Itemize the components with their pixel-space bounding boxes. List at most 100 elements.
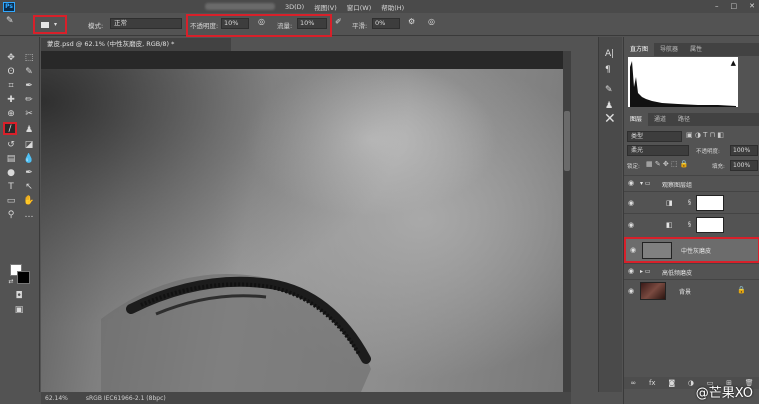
menu-view[interactable]: 视图(V) [314, 2, 337, 12]
eye-icon[interactable]: ◉ [630, 246, 636, 254]
path-select-icon[interactable]: ↖ [22, 180, 36, 193]
smoothing-input[interactable]: 0% [372, 18, 400, 29]
brush-tool-preset-icon[interactable]: ✎ [6, 16, 14, 26]
screen-mode-icon[interactable]: ▣ [12, 303, 26, 316]
healing-tool-icon[interactable]: ✚ [4, 93, 18, 106]
layer-filter-select[interactable]: 类型 [627, 131, 682, 142]
brush-preset-picker[interactable]: ▾ [33, 15, 67, 34]
menu-window[interactable]: 窗口(W) [347, 2, 372, 12]
layer-thumbnail [642, 242, 672, 259]
swap-colors-icon[interactable]: ⇄ [4, 275, 18, 288]
histogram-chart: ▲ [628, 57, 738, 107]
toolbar: ✥ ⬚ ʘ ✎ ⌗ ✒ ✚ ✏ ⊕ ✂ / ♟ ↺ ◪ ▤ 💧 ● ✒ T ↖ … [0, 37, 40, 392]
blend-mode-select[interactable]: 柔光 [627, 145, 689, 156]
portrait-photo[interactable] [41, 69, 567, 392]
menu-bar: Ps 3D(D) 视图(V) 窗口(W) 帮助(H) – □ ✕ [0, 0, 759, 13]
layer-name: 中性灰磨皮 [681, 248, 712, 255]
layer-row-group-frequency[interactable]: ◉ ▸ ▭ 高低频磨皮 [624, 263, 759, 279]
tab-layers[interactable]: 图层 [624, 113, 649, 126]
crop-tool-icon[interactable]: ⌗ [4, 79, 18, 92]
eye-icon[interactable]: ◉ [628, 267, 634, 275]
tab-properties[interactable]: 属性 [684, 43, 708, 56]
add-mask-icon[interactable]: ◙ [668, 379, 675, 387]
layer-mask-thumbnail [696, 217, 724, 233]
paragraph-panel-icon[interactable]: ¶ [605, 65, 611, 75]
eye-icon[interactable]: ◉ [628, 287, 634, 295]
photoshop-logo: Ps [3, 1, 15, 12]
scrollbar-thumb[interactable] [564, 111, 570, 171]
histogram-bars [630, 61, 736, 107]
eyedropper-tool-icon[interactable]: ✒ [22, 79, 36, 92]
shape-tool-icon[interactable]: ▭ [4, 194, 18, 207]
layer-opacity-input[interactable]: 100% [730, 145, 758, 156]
blur-tool-icon[interactable]: 💧 [22, 152, 36, 165]
layer-row-adjustment-2[interactable]: ◉ ◧ § [624, 213, 759, 235]
stamp-tool-icon[interactable]: ⊕ [4, 107, 18, 120]
maximize-icon[interactable]: □ [731, 2, 738, 10]
minimize-icon[interactable]: – [715, 2, 719, 10]
close-icon[interactable]: ✕ [749, 2, 755, 10]
canvas[interactable] [41, 51, 571, 392]
more-tools-icon[interactable]: … [22, 208, 36, 221]
window-controls: – □ ✕ [715, 2, 755, 10]
eye-icon[interactable]: ◉ [628, 179, 634, 187]
brush-panel-icon[interactable]: ✎ [605, 85, 613, 95]
fx-icon[interactable]: fx [649, 379, 656, 387]
brush-tool-icon[interactable]: ✏ [22, 93, 36, 106]
smoothing-label: 平滑: [352, 22, 368, 30]
layer-mask-thumbnail [696, 195, 724, 211]
menu-3d[interactable]: 3D(D) [285, 3, 304, 11]
menu-help[interactable]: 帮助(H) [381, 2, 404, 12]
chain-link-icon: § [688, 199, 691, 206]
blurred-menu-items [205, 3, 275, 10]
move-tool-icon[interactable]: ✥ [4, 51, 18, 64]
fill-input[interactable]: 100% [730, 160, 758, 171]
lock-icons[interactable]: ▦ ✎ ✥ ⬚ 🔒 [646, 160, 689, 168]
airbrush-icon[interactable]: ✐ [335, 17, 342, 26]
document-tab[interactable]: 蒙皮.psd @ 62.1% (中性灰磨皮, RGB/8) * [41, 38, 231, 51]
zoom-tool-icon[interactable]: ⚲ [4, 208, 18, 221]
vertical-scrollbar[interactable] [563, 51, 571, 392]
layer-name: 高低频磨皮 [662, 270, 693, 277]
status-bar: 62.14% sRGB IEC61966-2.1 (8bpc) [41, 392, 571, 404]
color-profile[interactable]: sRGB IEC61966-2.1 (8bpc) [86, 395, 166, 402]
hand-tool-icon[interactable]: ✋ [22, 194, 36, 207]
layer-row-adjustment-1[interactable]: ◉ ◨ § [624, 191, 759, 213]
link-layers-icon[interactable]: ∞ [630, 379, 636, 387]
quick-select-tool-icon[interactable]: ✎ [22, 65, 36, 78]
eye-icon[interactable]: ◉ [628, 221, 634, 229]
lasso-tool-icon[interactable]: ʘ [4, 65, 18, 78]
gradient-tool-icon[interactable]: ▤ [4, 152, 18, 165]
type-tool-icon[interactable]: T [4, 180, 18, 193]
tools-panel-icon[interactable]: ✕ [604, 111, 616, 127]
eraser-tool-icon[interactable]: ◪ [22, 138, 36, 151]
clone-source-icon[interactable]: ♟ [605, 101, 613, 111]
tab-paths[interactable]: 路径 [672, 113, 696, 126]
history-brush-icon[interactable]: ✂ [22, 107, 36, 120]
layer-row-background[interactable]: ◉ 背景 🔒 [624, 279, 759, 301]
layer-row-group-observe[interactable]: ◉ ▾ ▭ 观察图层组 [624, 175, 759, 191]
tab-navigator[interactable]: 导航器 [654, 43, 684, 56]
layer-name: 观察图层组 [662, 182, 693, 189]
tab-histogram[interactable]: 直方图 [624, 43, 655, 56]
layer-row-neutral-gray[interactable]: ◉ 中性灰磨皮 [624, 237, 759, 263]
pressure-size-icon[interactable]: ◎ [428, 17, 435, 26]
background-color-swatch[interactable] [17, 271, 30, 284]
mode-select[interactable]: 正常 [110, 18, 182, 29]
eye-icon[interactable]: ◉ [628, 199, 634, 207]
character-panel-icon[interactable]: A| [605, 49, 614, 59]
dodge-tool-icon[interactable]: ● [4, 166, 18, 179]
marquee-tool-icon[interactable]: ⬚ [22, 51, 36, 64]
gear-icon[interactable]: ⚙ [408, 17, 415, 26]
lock-icon: 🔒 [737, 286, 746, 294]
adjustment-layer-icon[interactable]: ◑ [688, 379, 694, 387]
brush-tool-active-icon[interactable]: / [3, 122, 17, 135]
pen-tool-icon[interactable]: ✒ [22, 166, 36, 179]
history-brush-tool-icon[interactable]: ↺ [4, 138, 18, 151]
mode-label: 模式: [88, 22, 104, 30]
zoom-level[interactable]: 62.14% [45, 395, 68, 402]
tab-channels[interactable]: 通道 [648, 113, 672, 126]
clone-stamp-icon[interactable]: ♟ [22, 123, 36, 136]
quick-mask-icon[interactable]: ◘ [12, 289, 26, 302]
filter-icons[interactable]: ▣ ◑ T ⊓ ◧ [686, 131, 724, 139]
